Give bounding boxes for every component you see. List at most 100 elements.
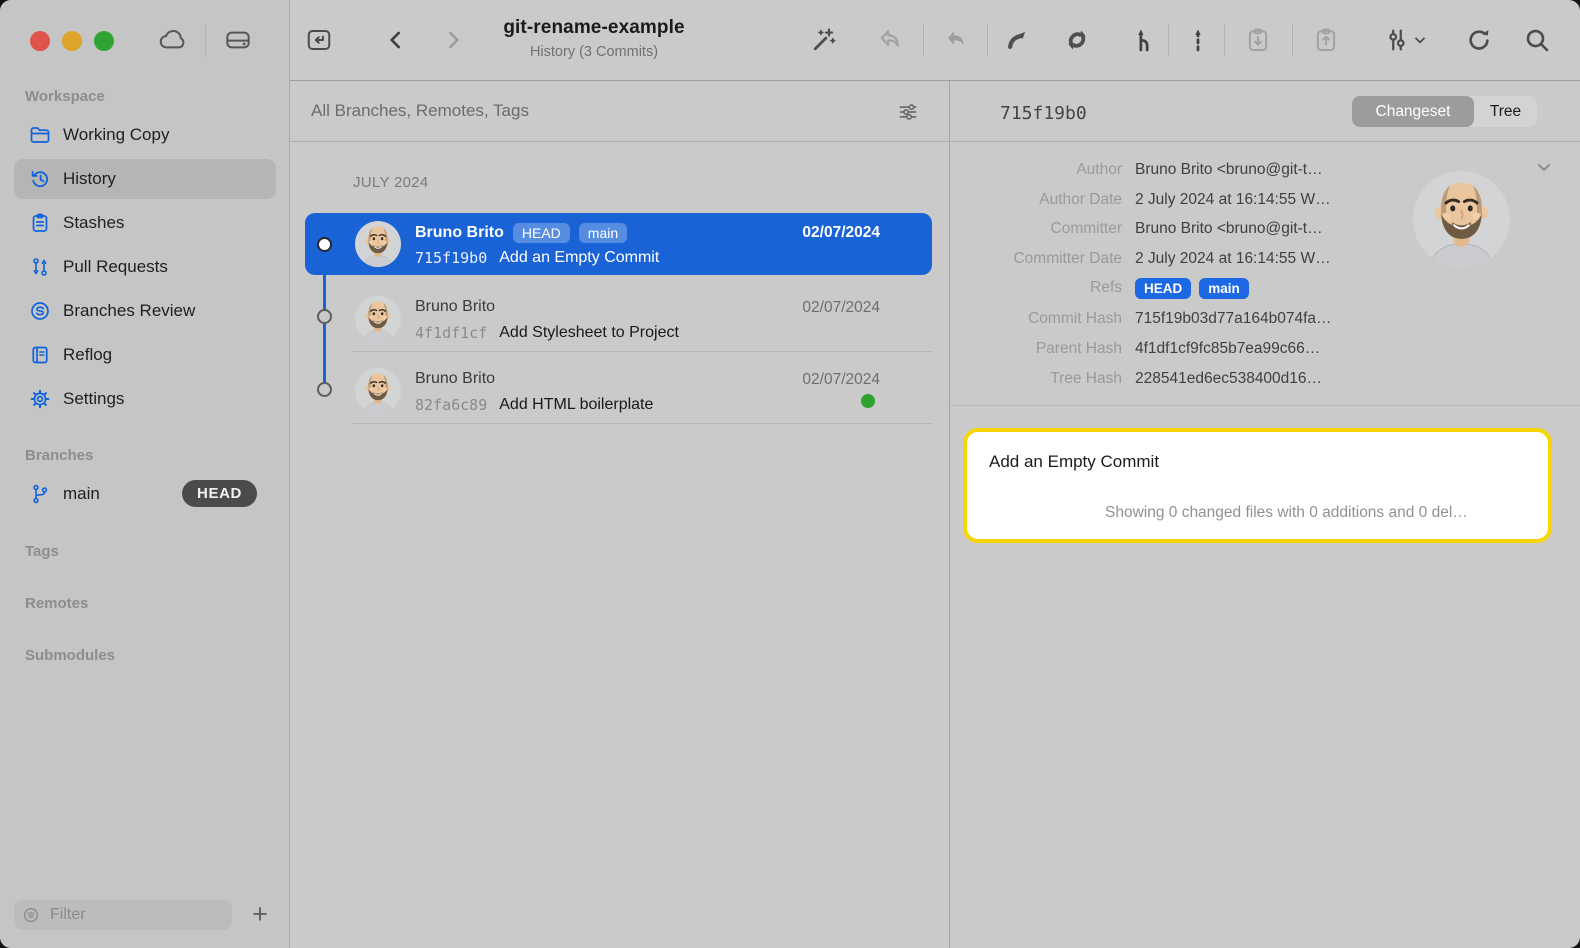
detail-row-commit-hash: Commit Hash 715f19b03d77a164b074fa… (949, 308, 1332, 330)
refresh-icon[interactable] (1461, 24, 1497, 56)
stash-icon[interactable] (1240, 24, 1276, 56)
titlebar-left-divider (205, 24, 206, 57)
head-ref-badge: HEAD (513, 223, 570, 243)
sidebar-item-label: Reflog (63, 345, 112, 365)
avatar (355, 296, 401, 342)
status-dot (861, 394, 875, 408)
sidebar-item-reflog[interactable]: Reflog (14, 335, 276, 375)
sidebar-item-label: Settings (63, 389, 124, 409)
quick-actions-icon[interactable] (806, 24, 842, 56)
chevron-down-icon (1412, 32, 1428, 48)
tab-tree[interactable]: Tree (1474, 103, 1537, 121)
detail-row-tree-hash: Tree Hash 228541ed6ec538400d16… (949, 368, 1322, 390)
folder-icon (28, 123, 52, 147)
graph-node (317, 309, 332, 324)
open-repository-icon[interactable] (303, 24, 335, 56)
commit-message: Add HTML boilerplate (499, 396, 653, 414)
drive-icon[interactable] (220, 24, 256, 56)
sidebar-item-settings[interactable]: Settings (14, 379, 276, 419)
branch-ref-badge: main (579, 223, 627, 243)
sidebar-section-remotes[interactable]: Remotes (25, 595, 88, 612)
sidebar-section-branches[interactable]: Branches (25, 447, 93, 464)
commit-hash: 82fa6c89 (415, 396, 487, 414)
workflows-icon[interactable] (1378, 24, 1432, 56)
close-button[interactable] (30, 31, 50, 51)
field-label: Committer (949, 220, 1122, 238)
field-label: Commit Hash (949, 310, 1122, 328)
field-value: Bruno Brito <bruno@git-t… (1135, 161, 1323, 179)
field-label: Refs (949, 279, 1122, 297)
field-label: Committer Date (949, 250, 1122, 268)
detail-row-committer-date: Committer Date 2 July 2024 at 16:14:55 W… (949, 248, 1331, 270)
commit-message: Add Stylesheet to Project (499, 324, 679, 342)
gear-icon (28, 387, 52, 411)
view-toggle: Changeset Tree (1352, 96, 1537, 127)
commit-message-box: Add an Empty Commit Showing 0 changed fi… (963, 428, 1552, 543)
commit-row[interactable]: Bruno Brito 02/07/2024 4f1df1cf Add Styl… (305, 288, 932, 350)
toolbar-divider-2 (987, 24, 988, 57)
changed-files-summary: Showing 0 changed files with 0 additions… (1105, 504, 1536, 522)
commit-author: Bruno Brito (415, 370, 495, 388)
commit-detail-panel: 715f19b0 Changeset Tree Author Bruno Bri… (949, 81, 1580, 948)
list-filter-icon[interactable] (895, 99, 921, 125)
pull-icon[interactable] (999, 24, 1035, 56)
redo-icon[interactable] (938, 24, 974, 56)
detail-row-refs: Refs HEAD main (949, 277, 1249, 299)
collapse-chevron-icon[interactable] (1534, 157, 1554, 177)
sidebar-item-working-copy[interactable]: Working Copy (14, 115, 276, 155)
sidebar-item-stashes[interactable]: Stashes (14, 203, 276, 243)
commit-list-header: All Branches, Remotes, Tags (290, 81, 949, 141)
fetch-icon[interactable] (1059, 24, 1095, 56)
window-subtitle: History (3 Commits) (462, 44, 726, 60)
pull-request-icon (28, 255, 52, 279)
commit-message-title: Add an Empty Commit (989, 452, 1159, 472)
commit-date: 02/07/2024 (802, 371, 880, 389)
sidebar-item-history[interactable]: History (14, 159, 276, 199)
zoom-button[interactable] (94, 31, 114, 51)
sidebar-item-pull-requests[interactable]: Pull Requests (14, 247, 276, 287)
detail-commit-hash: 715f19b0 (1000, 103, 1087, 124)
history-icon (28, 167, 52, 191)
sidebar-item-branches-review[interactable]: Branches Review (14, 291, 276, 331)
field-value: 228541ed6ec538400d16… (1135, 370, 1322, 388)
detail-row-parent-hash: Parent Hash 4f1df1cf9fc85b7ea99c66… (949, 338, 1320, 360)
back-icon[interactable] (381, 25, 411, 55)
sidebar-item-label: History (63, 169, 116, 189)
sidebar-filter[interactable] (14, 900, 232, 930)
filter-input[interactable] (48, 905, 208, 925)
undo-icon[interactable] (872, 24, 908, 56)
add-branch-button[interactable]: + (244, 898, 276, 930)
avatar (355, 221, 401, 267)
merge-icon[interactable] (1126, 24, 1162, 56)
window-title-block: git-rename-example History (3 Commits) (462, 17, 726, 60)
search-icon[interactable] (1519, 24, 1555, 56)
sidebar-section-workspace[interactable]: Workspace (25, 88, 105, 105)
rebase-icon[interactable] (1182, 24, 1214, 56)
toolbar-divider-5 (1292, 24, 1293, 57)
field-label: Parent Hash (949, 340, 1122, 358)
field-label: Tree Hash (949, 370, 1122, 388)
tab-changeset[interactable]: Changeset (1352, 96, 1474, 127)
sidebar-item-label: Stashes (63, 213, 124, 233)
field-label: Author Date (949, 191, 1122, 209)
field-value: 715f19b03d77a164b074fa… (1135, 310, 1332, 328)
commit-author: Bruno Brito (415, 224, 504, 242)
commit-author: Bruno Brito (415, 298, 495, 316)
graph-node-selected (317, 237, 332, 252)
cloud-icon[interactable] (154, 24, 192, 56)
avatar (355, 368, 401, 414)
branches-review-icon (28, 299, 52, 323)
commit-hash: 715f19b0 (415, 249, 487, 267)
sidebar-item-label: Working Copy (63, 125, 169, 145)
window-title: git-rename-example (462, 17, 726, 39)
field-value: 4f1df1cf9fc85b7ea99c66… (1135, 340, 1320, 358)
commit-row-selected[interactable]: Bruno Brito HEAD main 02/07/2024 715f19b… (305, 213, 932, 275)
apply-stash-icon[interactable] (1308, 24, 1344, 56)
sidebar-section-submodules[interactable]: Submodules (25, 647, 115, 664)
minimize-button[interactable] (62, 31, 82, 51)
sidebar-section-tags[interactable]: Tags (25, 543, 59, 560)
branch-icon (28, 482, 52, 506)
commit-section-label: JULY 2024 (353, 174, 429, 191)
commit-row[interactable]: Bruno Brito 02/07/2024 82fa6c89 Add HTML… (305, 360, 932, 422)
filter-icon (22, 906, 40, 924)
